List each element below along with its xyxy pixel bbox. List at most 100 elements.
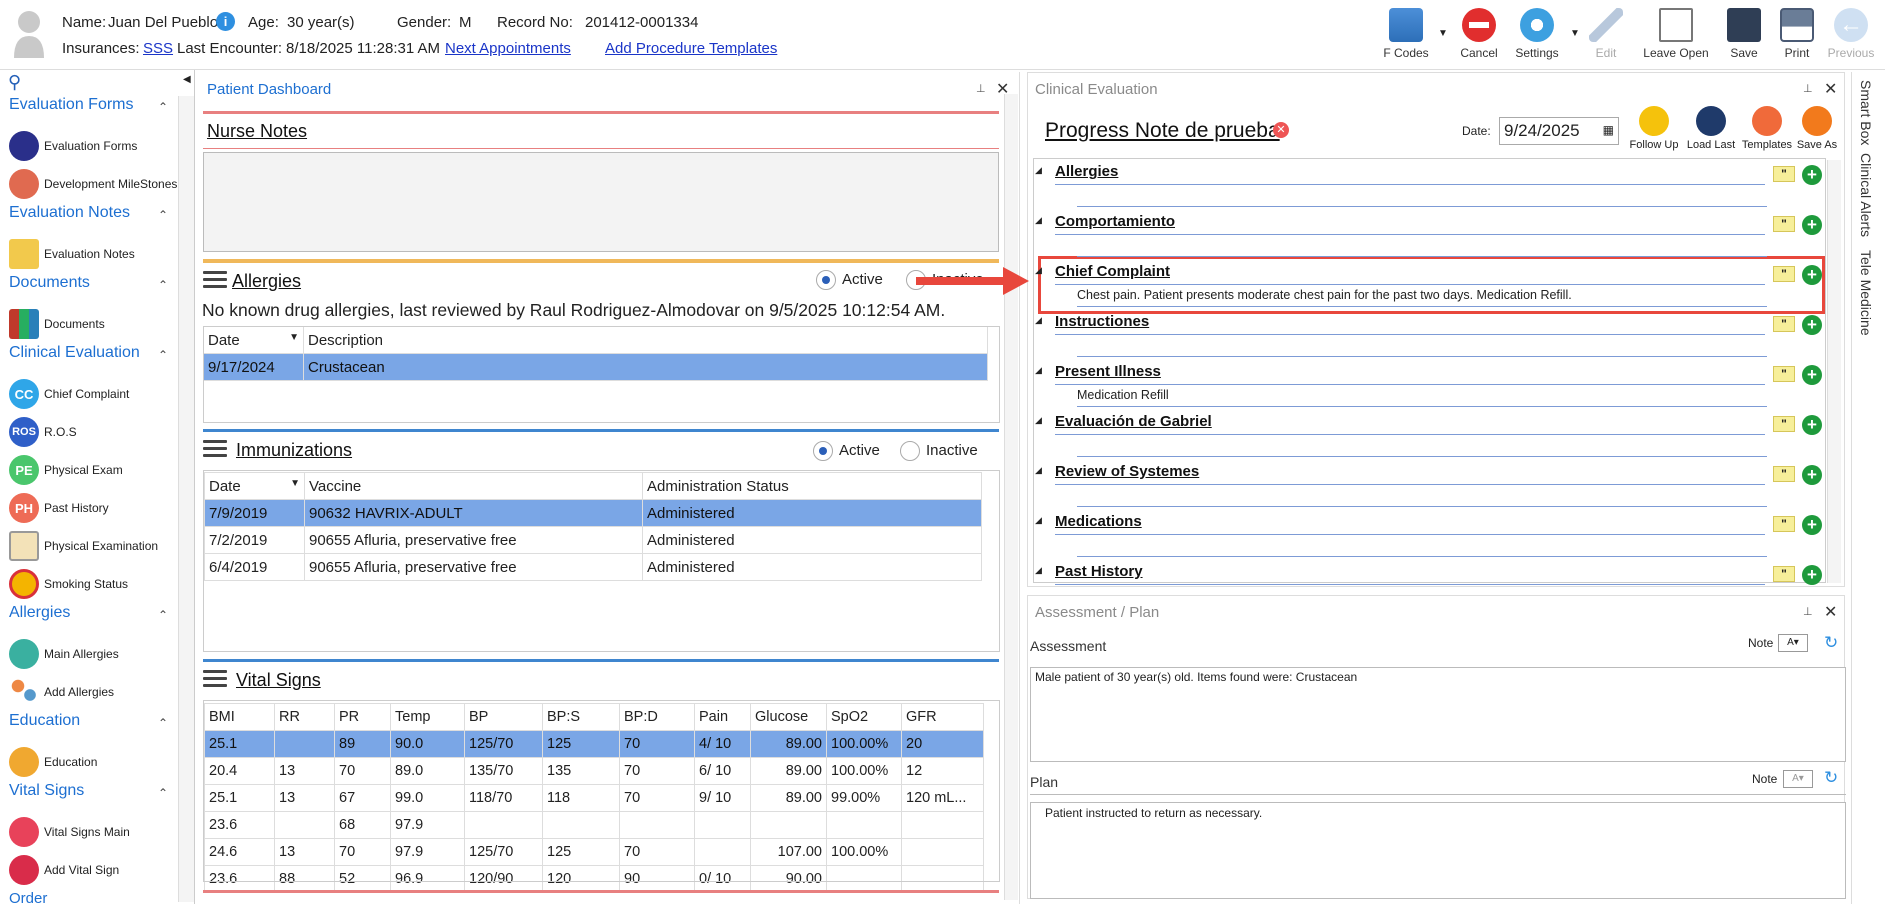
ce-section-title[interactable]: Chief Complaint — [1055, 263, 1170, 280]
add-entry-icon[interactable]: + — [1802, 215, 1822, 235]
leave-open-button[interactable]: Leave Open — [1643, 6, 1709, 64]
chevron-up-icon[interactable]: ⌃ — [158, 608, 168, 622]
ce-section-content[interactable]: Chest pain. Patient presents moderate ch… — [1077, 288, 1572, 302]
follow-up-button[interactable]: Follow Up — [1624, 106, 1684, 151]
nav-item-physical-examination[interactable]: Physical Examination — [9, 530, 158, 562]
quote-icon[interactable]: " — [1773, 466, 1795, 482]
nav-section-education[interactable]: Education — [9, 712, 80, 730]
nav-item-main-allergies[interactable]: Main Allergies — [9, 638, 119, 670]
close-icon[interactable]: ✕ — [1824, 602, 1837, 622]
collapse-triangle-icon[interactable]: ◢ — [1035, 165, 1042, 176]
ce-section-content[interactable]: Medication Refill — [1077, 388, 1169, 402]
collapse-triangle-icon[interactable]: ◢ — [1035, 315, 1042, 326]
collapse-triangle-icon[interactable]: ◢ — [1035, 265, 1042, 276]
nav-item-development-milestones[interactable]: Development MileStones — [9, 168, 177, 200]
nav-section-evaluation-forms[interactable]: Evaluation Forms — [9, 96, 134, 114]
immunizations-inactive-radio[interactable]: Inactive — [900, 441, 978, 461]
add-entry-icon[interactable]: + — [1802, 415, 1822, 435]
fcodes-dropdown-icon[interactable]: ▼ — [1438, 28, 1448, 39]
save-as-button[interactable]: Save As — [1792, 106, 1842, 151]
quote-icon[interactable]: " — [1773, 166, 1795, 182]
quote-icon[interactable]: " — [1773, 566, 1795, 582]
ce-section-title[interactable]: Past History — [1055, 563, 1143, 580]
close-icon[interactable]: ✕ — [1824, 79, 1837, 99]
assessment-text-field[interactable]: Male patient of 30 year(s) old. Items fo… — [1030, 667, 1846, 762]
quote-icon[interactable]: " — [1773, 316, 1795, 332]
nav-section-order[interactable]: Order — [9, 890, 47, 904]
cancel-button[interactable]: Cancel — [1451, 6, 1507, 64]
chevron-up-icon[interactable]: ⌃ — [158, 278, 168, 292]
ce-section-title[interactable]: Medications — [1055, 513, 1142, 530]
ce-section-title[interactable]: Comportamiento — [1055, 213, 1175, 230]
ce-section-title[interactable]: Instructiones — [1055, 313, 1149, 330]
plan-text-field[interactable]: Patient instructed to return as necessar… — [1030, 802, 1846, 899]
ce-section-title[interactable]: Evaluación de Gabriel — [1055, 413, 1212, 430]
assessment-note-dropdown[interactable]: A▾ — [1778, 634, 1808, 652]
collapse-triangle-icon[interactable]: ◢ — [1035, 565, 1042, 576]
load-last-button[interactable]: Load Last — [1682, 106, 1740, 151]
add-entry-icon[interactable]: + — [1802, 515, 1822, 535]
chevron-up-icon[interactable]: ⌃ — [158, 100, 168, 114]
chevron-up-icon[interactable]: ⌃ — [158, 208, 168, 222]
nav-section-evaluation-notes[interactable]: Evaluation Notes — [9, 204, 130, 222]
quote-icon[interactable]: " — [1773, 516, 1795, 532]
remove-note-icon[interactable]: ✕ — [1273, 122, 1289, 138]
nav-item-chief-complaint[interactable]: CC Chief Complaint — [9, 378, 129, 410]
nav-section-documents[interactable]: Documents — [9, 274, 90, 292]
info-icon[interactable]: i — [216, 12, 235, 31]
nav-item-evaluation-notes[interactable]: Evaluation Notes — [9, 238, 135, 270]
print-button[interactable]: Print — [1769, 6, 1825, 64]
search-icon[interactable]: ⚲ — [8, 72, 21, 93]
add-entry-icon[interactable]: + — [1802, 465, 1822, 485]
save-button[interactable]: Save — [1716, 6, 1772, 64]
ce-section-title[interactable]: Allergies — [1055, 163, 1118, 180]
quote-icon[interactable]: " — [1773, 416, 1795, 432]
refresh-icon[interactable]: ↻ — [1824, 633, 1838, 653]
allergies-active-radio[interactable]: Active — [816, 270, 883, 290]
pin-icon[interactable]: ⊥ — [1803, 605, 1813, 618]
clinical-sections-scrollbar[interactable] — [1827, 160, 1841, 583]
tab-clinical-alerts[interactable]: Clinical Alerts — [1858, 153, 1874, 237]
quote-icon[interactable]: " — [1773, 366, 1795, 382]
ce-section-title[interactable]: Review of Systemes — [1055, 463, 1199, 480]
vital-signs-menu-icon[interactable] — [203, 670, 227, 688]
previous-button[interactable]: ← Previous — [1823, 6, 1879, 64]
nav-item-vital-signs-main[interactable]: Vital Signs Main — [9, 816, 130, 848]
ce-section-title[interactable]: Present Illness — [1055, 363, 1161, 380]
nav-item-add-allergies[interactable]: Add Allergies — [9, 676, 114, 708]
nurse-notes-field[interactable] — [203, 152, 999, 252]
tab-smart-box[interactable]: Smart Box — [1858, 80, 1874, 145]
calendar-icon[interactable]: ▦ — [1603, 123, 1614, 137]
nav-item-past-history[interactable]: PH Past History — [9, 492, 109, 524]
settings-button[interactable]: Settings — [1509, 6, 1565, 64]
nav-section-vital-signs[interactable]: Vital Signs — [9, 782, 84, 800]
immunizations-active-radio[interactable]: Active — [813, 441, 880, 461]
fcodes-button[interactable]: F Codes — [1378, 6, 1434, 64]
dashboard-scrollbar[interactable] — [1004, 94, 1018, 900]
edit-button[interactable]: Edit — [1578, 6, 1634, 64]
immunizations-menu-icon[interactable] — [203, 440, 227, 458]
collapse-triangle-icon[interactable]: ◢ — [1035, 365, 1042, 376]
add-entry-icon[interactable]: + — [1802, 165, 1822, 185]
collapse-triangle-icon[interactable]: ◢ — [1035, 515, 1042, 526]
chevron-up-icon[interactable]: ⌃ — [158, 716, 168, 730]
add-entry-icon[interactable]: + — [1802, 565, 1822, 585]
add-entry-icon[interactable]: + — [1802, 265, 1822, 285]
nav-item-documents[interactable]: Documents — [9, 308, 105, 340]
quote-icon[interactable]: " — [1773, 216, 1795, 232]
collapse-triangle-icon[interactable]: ◢ — [1035, 215, 1042, 226]
plan-note-dropdown[interactable]: A▾ — [1783, 770, 1813, 788]
date-field[interactable]: 9/24/2025 ▦ — [1499, 117, 1619, 145]
next-appointments-link[interactable]: Next Appointments — [445, 40, 571, 57]
nav-item-evaluation-forms[interactable]: Evaluation Forms — [9, 130, 137, 162]
pin-icon[interactable]: ⊥ — [976, 82, 986, 95]
templates-button[interactable]: Templates — [1738, 106, 1796, 151]
collapse-triangle-icon[interactable]: ◢ — [1035, 415, 1042, 426]
nav-item-smoking-status[interactable]: Smoking Status — [9, 568, 128, 600]
refresh-icon[interactable]: ↻ — [1824, 768, 1838, 788]
add-procedure-templates-link[interactable]: Add Procedure Templates — [605, 40, 777, 57]
nav-section-clinical-evaluation[interactable]: Clinical Evaluation — [9, 344, 140, 362]
nav-scrollbar[interactable] — [178, 96, 194, 902]
allergies-menu-icon[interactable] — [203, 271, 227, 289]
quote-icon[interactable]: " — [1773, 266, 1795, 282]
